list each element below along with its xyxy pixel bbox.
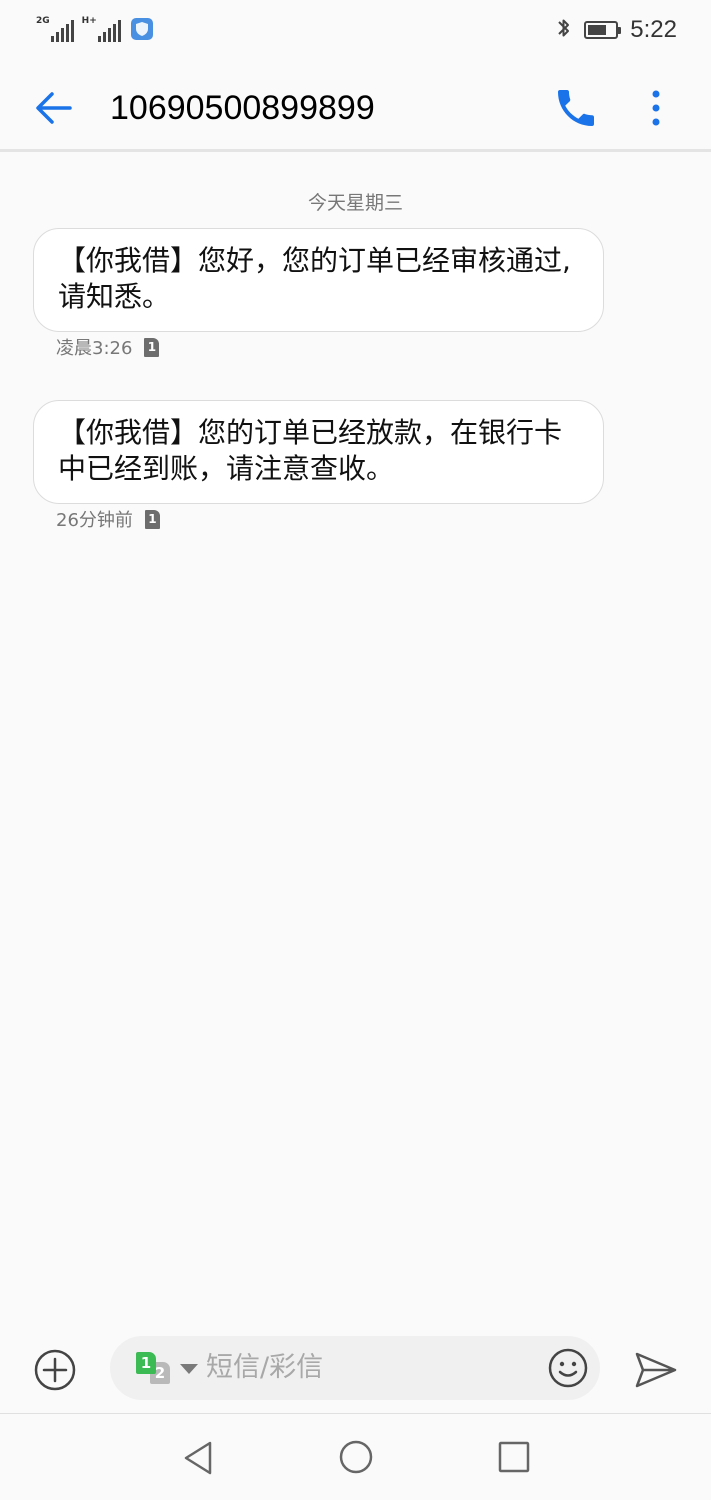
status-right: 5:22 bbox=[556, 14, 677, 46]
add-attachment-button[interactable] bbox=[33, 1348, 77, 1392]
triangle-back-icon bbox=[184, 1441, 212, 1475]
more-options-button[interactable] bbox=[632, 84, 680, 132]
input-placeholder: 短信/彩信 bbox=[206, 1352, 324, 1383]
date-separator: 今天星期三 bbox=[307, 192, 403, 214]
sim-selector[interactable]: 2 1 bbox=[134, 1352, 214, 1384]
message-text: 【你我借】您的订单已经放款，在银行卡中已经到账，请注意查收。 bbox=[58, 416, 563, 485]
nav-recents-button[interactable] bbox=[496, 1439, 532, 1475]
send-icon bbox=[635, 1352, 677, 1388]
status-time: 5:22 bbox=[630, 16, 677, 43]
signal-bars-icon bbox=[97, 20, 121, 42]
sim1-icon: 1 bbox=[136, 1352, 156, 1374]
message-bubble[interactable]: 【你我借】您的订单已经放款，在银行卡中已经到账，请注意查收。 bbox=[33, 400, 604, 504]
contact-title: 10690500899899 bbox=[110, 89, 375, 127]
phone-icon bbox=[558, 90, 594, 126]
more-vertical-icon bbox=[652, 90, 660, 126]
message-time: 26分钟前 bbox=[56, 510, 133, 531]
navigation-bar bbox=[0, 1415, 711, 1500]
nav-home-button[interactable] bbox=[338, 1439, 374, 1475]
emoji-button[interactable] bbox=[546, 1346, 590, 1390]
plus-circle-icon bbox=[34, 1349, 76, 1391]
sim2-signal: H+ bbox=[82, 16, 121, 42]
message-time: 凌晨3:26 bbox=[56, 338, 133, 359]
message-meta: 26分钟前 1 bbox=[56, 506, 160, 532]
sim1-signal: 2G bbox=[36, 16, 74, 42]
circle-home-icon bbox=[339, 1440, 373, 1474]
send-button[interactable] bbox=[632, 1348, 680, 1392]
arrow-left-icon bbox=[36, 92, 72, 124]
status-left: 2G H+ bbox=[36, 14, 153, 44]
nav-back-button[interactable] bbox=[180, 1439, 216, 1477]
square-recents-icon bbox=[498, 1441, 530, 1473]
shield-icon bbox=[130, 18, 153, 40]
app-bar: 10690500899899 bbox=[0, 60, 711, 152]
bluetooth-icon bbox=[556, 16, 572, 44]
message-input[interactable]: 2 1 短信/彩信 bbox=[110, 1336, 600, 1400]
battery-icon bbox=[584, 21, 622, 39]
call-button[interactable] bbox=[552, 84, 600, 132]
signal-bars-icon bbox=[50, 20, 74, 42]
sim-card-icon: 1 bbox=[144, 509, 160, 529]
sim1-network-type: 2G bbox=[36, 16, 50, 26]
back-button[interactable] bbox=[30, 84, 78, 132]
message-meta: 凌晨3:26 1 bbox=[56, 334, 160, 360]
message-text: 【你我借】您好，您的订单已经审核通过,请知悉。 bbox=[58, 244, 571, 313]
status-bar: 2G H+ 5:22 bbox=[0, 0, 711, 60]
smiley-icon bbox=[548, 1348, 588, 1388]
sim-card-icon: 1 bbox=[144, 337, 160, 357]
message-composer: 2 1 短信/彩信 bbox=[0, 1330, 711, 1414]
battery-fill bbox=[588, 25, 607, 35]
sim2-network-type: H+ bbox=[81, 16, 97, 26]
message-bubble[interactable]: 【你我借】您好，您的订单已经审核通过,请知悉。 bbox=[33, 228, 604, 332]
caret-down-icon bbox=[180, 1364, 198, 1374]
